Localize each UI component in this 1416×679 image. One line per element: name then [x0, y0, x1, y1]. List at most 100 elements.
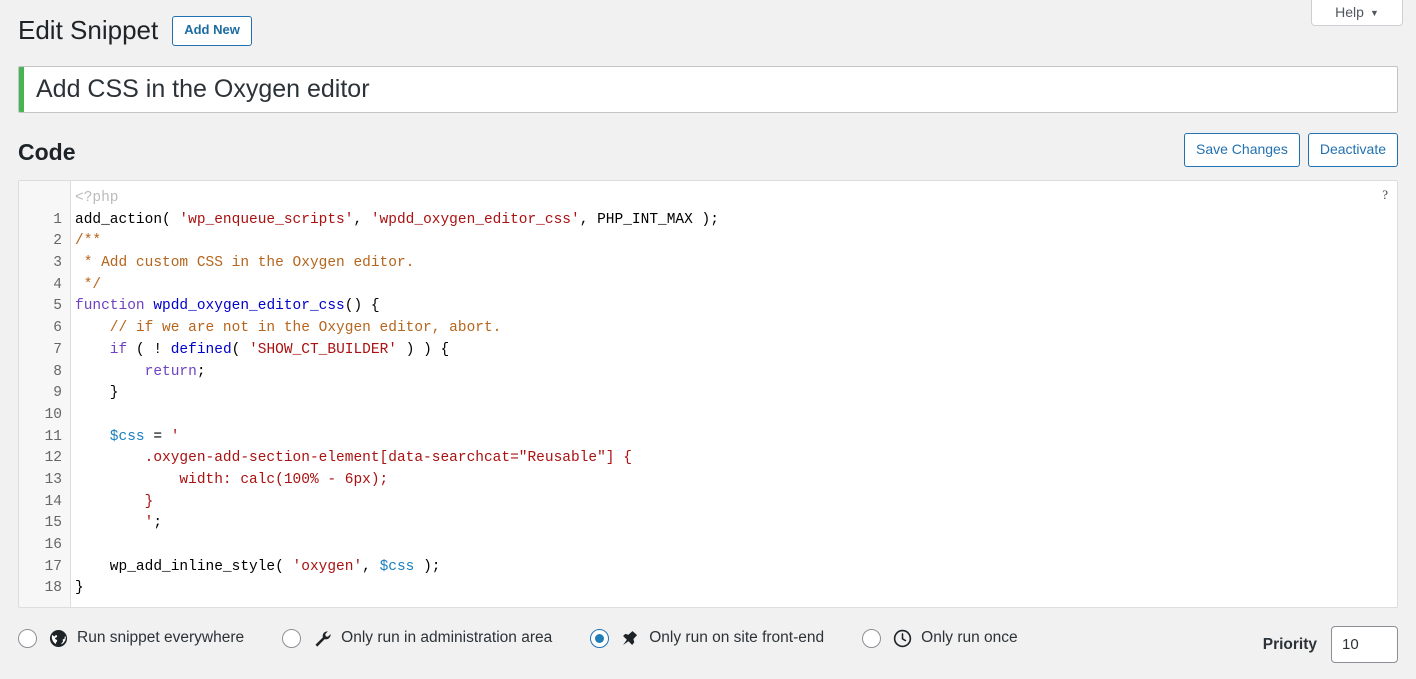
snippet-name-field[interactable]: [18, 66, 1398, 113]
code-line: wp_add_inline_style( 'oxygen', $css );: [75, 557, 1397, 579]
add-new-button[interactable]: Add New: [172, 16, 252, 46]
page-title: Edit Snippet: [18, 15, 159, 45]
scope-option-1[interactable]: Only run in administration area: [282, 628, 552, 648]
code-token: =: [144, 428, 171, 445]
code-token: () {: [344, 298, 380, 315]
code-token: defined: [170, 341, 232, 358]
clock-icon: [891, 628, 913, 648]
editor-help-icon[interactable]: ?: [1382, 187, 1388, 203]
line-number: 5: [53, 298, 62, 315]
code-token: }: [75, 580, 84, 597]
priority-label: Priority: [1262, 635, 1317, 653]
code-token: $css: [379, 558, 415, 575]
code-line: */: [75, 275, 1397, 297]
line-number: 3: [53, 255, 62, 272]
code-line: .oxygen-add-section-element[data-searchc…: [75, 448, 1397, 470]
code-token: ,: [353, 211, 371, 228]
code-line: /**: [75, 231, 1397, 253]
code-token: /**: [75, 233, 102, 250]
scope-radio-0[interactable]: [18, 628, 37, 648]
code-editor[interactable]: 0123456789101112131415161718 <?php add_a…: [18, 180, 1398, 608]
scope-option-2[interactable]: Only run on site front-end: [590, 628, 824, 648]
code-token: ': [170, 428, 180, 445]
code-token: width: calc(100% - 6px);: [75, 471, 389, 488]
chevron-down-icon: ▼: [1369, 8, 1379, 18]
scope-radio-group: Run snippet everywhere Only run in admini…: [18, 628, 1056, 648]
title-row: Edit Snippet Add New: [18, 14, 252, 48]
code-token: if: [75, 341, 128, 358]
line-number: 15: [44, 515, 62, 532]
line-number: 6: [53, 320, 62, 337]
code-token: }: [75, 385, 119, 402]
code-line: }: [75, 578, 1397, 600]
priority-input[interactable]: [1331, 626, 1398, 663]
code-line: if ( ! defined( 'SHOW_CT_BUILDER' ) ) {: [75, 340, 1397, 362]
code-token: $css: [75, 428, 145, 445]
help-tab[interactable]: Help ▼: [1311, 0, 1403, 26]
code-section-heading: Code: [18, 139, 76, 165]
code-token: );: [414, 558, 441, 575]
globe-icon: [47, 628, 69, 648]
scope-option-3[interactable]: Only run once: [862, 628, 1018, 648]
code-action-buttons: Save Changes Deactivate: [1184, 133, 1398, 167]
code-line: }: [75, 383, 1397, 405]
code-token: 'SHOW_CT_BUILDER': [249, 341, 397, 358]
code-token: 'wp_enqueue_scripts': [179, 211, 354, 228]
line-number: 17: [44, 558, 62, 575]
code-line: add_action( 'wp_enqueue_scripts', 'wpdd_…: [75, 210, 1397, 232]
line-number: 2: [53, 233, 62, 250]
line-number: 11: [44, 428, 62, 445]
code-token: add_action(: [75, 211, 171, 228]
pushpin-icon: [619, 628, 641, 648]
wrench-icon: [311, 628, 333, 648]
code-token: 'wpdd_oxygen_editor_css': [370, 211, 580, 228]
scope-radio-2[interactable]: [590, 628, 610, 648]
priority-group: Priority: [1263, 626, 1398, 663]
code-token: ,: [362, 558, 380, 575]
scope-option-label: Only run in administration area: [341, 629, 553, 646]
code-token: }: [75, 493, 154, 510]
edit-snippet-page: Help ▼ Edit Snippet Add New Code Save Ch…: [0, 0, 1416, 679]
line-number: 14: [44, 493, 62, 510]
code-token: ;: [153, 515, 163, 532]
editor-code-area[interactable]: <?php add_action( 'wp_enqueue_scripts', …: [71, 181, 1397, 607]
code-token: ;: [196, 363, 206, 380]
code-line: // if we are not in the Oxygen editor, a…: [75, 318, 1397, 340]
help-tab-label: Help: [1335, 4, 1364, 20]
line-number: 18: [44, 580, 62, 597]
line-number: 16: [44, 537, 62, 553]
code-line: ';: [75, 513, 1397, 535]
scope-option-label: Run snippet everywhere: [77, 629, 245, 646]
scope-radio-1[interactable]: [282, 628, 302, 648]
line-number: 0: [19, 188, 70, 210]
code-token: (: [231, 341, 250, 358]
code-token: wp_add_inline_style(: [75, 558, 293, 575]
scope-radio-3[interactable]: [862, 628, 882, 648]
scope-option-0[interactable]: Run snippet everywhere: [18, 628, 244, 648]
code-token: */: [75, 276, 102, 293]
code-token: // if we are not in the Oxygen editor, a…: [75, 320, 502, 337]
code-line: $css = ': [75, 427, 1397, 449]
code-line: width: calc(100% - 6px);: [75, 470, 1397, 492]
editor-line-number-gutter: 0123456789101112131415161718: [19, 181, 71, 607]
code-token: .oxygen-add-section-element[data-searchc…: [75, 450, 632, 467]
save-changes-button[interactable]: Save Changes: [1184, 133, 1300, 167]
editor-php-placeholder: <?php: [75, 190, 119, 206]
scope-option-label: Only run once: [921, 629, 1018, 646]
line-number: 1: [53, 211, 62, 228]
line-number: 9: [53, 385, 62, 402]
snippet-name-input[interactable]: [24, 67, 1397, 112]
code-token: , PHP_INT_MAX );: [579, 211, 719, 228]
line-number: 10: [44, 406, 62, 423]
code-line: }: [75, 492, 1397, 514]
code-token: wpdd_oxygen_editor_css: [153, 298, 345, 315]
code-token: ) ) {: [397, 341, 450, 358]
line-number: 13: [44, 471, 62, 488]
line-number: 7: [53, 341, 62, 358]
code-token: 'oxygen': [292, 558, 363, 575]
code-line: * Add custom CSS in the Oxygen editor.: [75, 253, 1397, 275]
deactivate-button[interactable]: Deactivate: [1307, 133, 1398, 167]
editor-code-lines: add_action( 'wp_enqueue_scripts', 'wpdd_…: [75, 210, 1397, 600]
code-token: ': [75, 515, 154, 532]
